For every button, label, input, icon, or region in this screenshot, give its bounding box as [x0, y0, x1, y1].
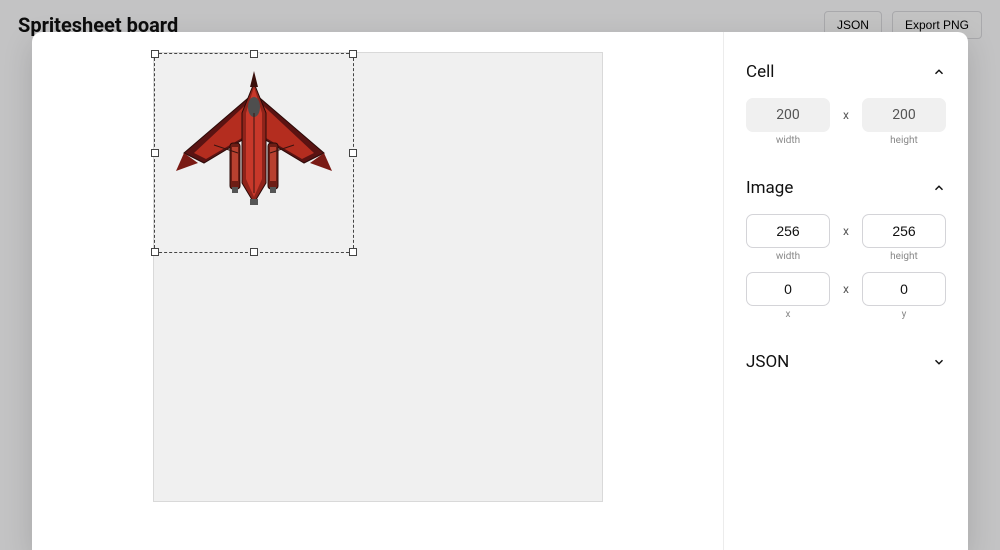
- resize-handle-nw[interactable]: [151, 50, 159, 58]
- cell-selection[interactable]: [154, 53, 354, 253]
- image-x-input[interactable]: [746, 272, 830, 306]
- properties-panel: Cell 200 width x 200 height Image width: [723, 32, 968, 550]
- resize-handle-e[interactable]: [349, 149, 357, 157]
- section-header-cell[interactable]: Cell: [746, 58, 946, 92]
- resize-handle-s[interactable]: [250, 248, 258, 256]
- cell-width-label: width: [776, 135, 800, 146]
- section-header-image[interactable]: Image: [746, 174, 946, 208]
- cell-height-label: height: [890, 135, 918, 146]
- cell-width-value: 200: [746, 98, 830, 132]
- chevron-up-icon: [932, 181, 946, 195]
- image-size-row: width x height: [746, 214, 946, 262]
- resize-handle-se[interactable]: [349, 248, 357, 256]
- section-title: Image: [746, 178, 793, 198]
- image-height-input[interactable]: [862, 214, 946, 248]
- cell-height-pair: 200 height: [862, 98, 946, 146]
- editor-modal: Cell 200 width x 200 height Image width: [32, 32, 968, 550]
- image-y-input[interactable]: [862, 272, 946, 306]
- cell-size-row: 200 width x 200 height: [746, 98, 946, 146]
- resize-handle-n[interactable]: [250, 50, 258, 58]
- section-title: JSON: [746, 352, 789, 372]
- image-x-pair: x: [746, 272, 830, 320]
- image-width-input[interactable]: [746, 214, 830, 248]
- board-area: [32, 32, 723, 550]
- image-width-label: width: [776, 251, 800, 262]
- cell-width-pair: 200 width: [746, 98, 830, 146]
- image-width-pair: width: [746, 214, 830, 262]
- section-title: Cell: [746, 62, 774, 82]
- image-pos-row: x x y: [746, 272, 946, 320]
- section-header-json[interactable]: JSON: [746, 348, 946, 382]
- resize-handle-ne[interactable]: [349, 50, 357, 58]
- dimension-separator: x: [840, 224, 852, 252]
- dimension-separator: x: [840, 108, 852, 136]
- image-height-label: height: [890, 251, 918, 262]
- image-y-label: y: [902, 309, 907, 320]
- resize-handle-w[interactable]: [151, 149, 159, 157]
- chevron-up-icon: [932, 65, 946, 79]
- resize-handle-sw[interactable]: [151, 248, 159, 256]
- image-x-label: x: [786, 309, 791, 320]
- image-y-pair: y: [862, 272, 946, 320]
- image-height-pair: height: [862, 214, 946, 262]
- spritesheet-canvas[interactable]: [153, 52, 603, 502]
- chevron-down-icon: [932, 355, 946, 369]
- cell-height-value: 200: [862, 98, 946, 132]
- dimension-separator: x: [840, 282, 852, 310]
